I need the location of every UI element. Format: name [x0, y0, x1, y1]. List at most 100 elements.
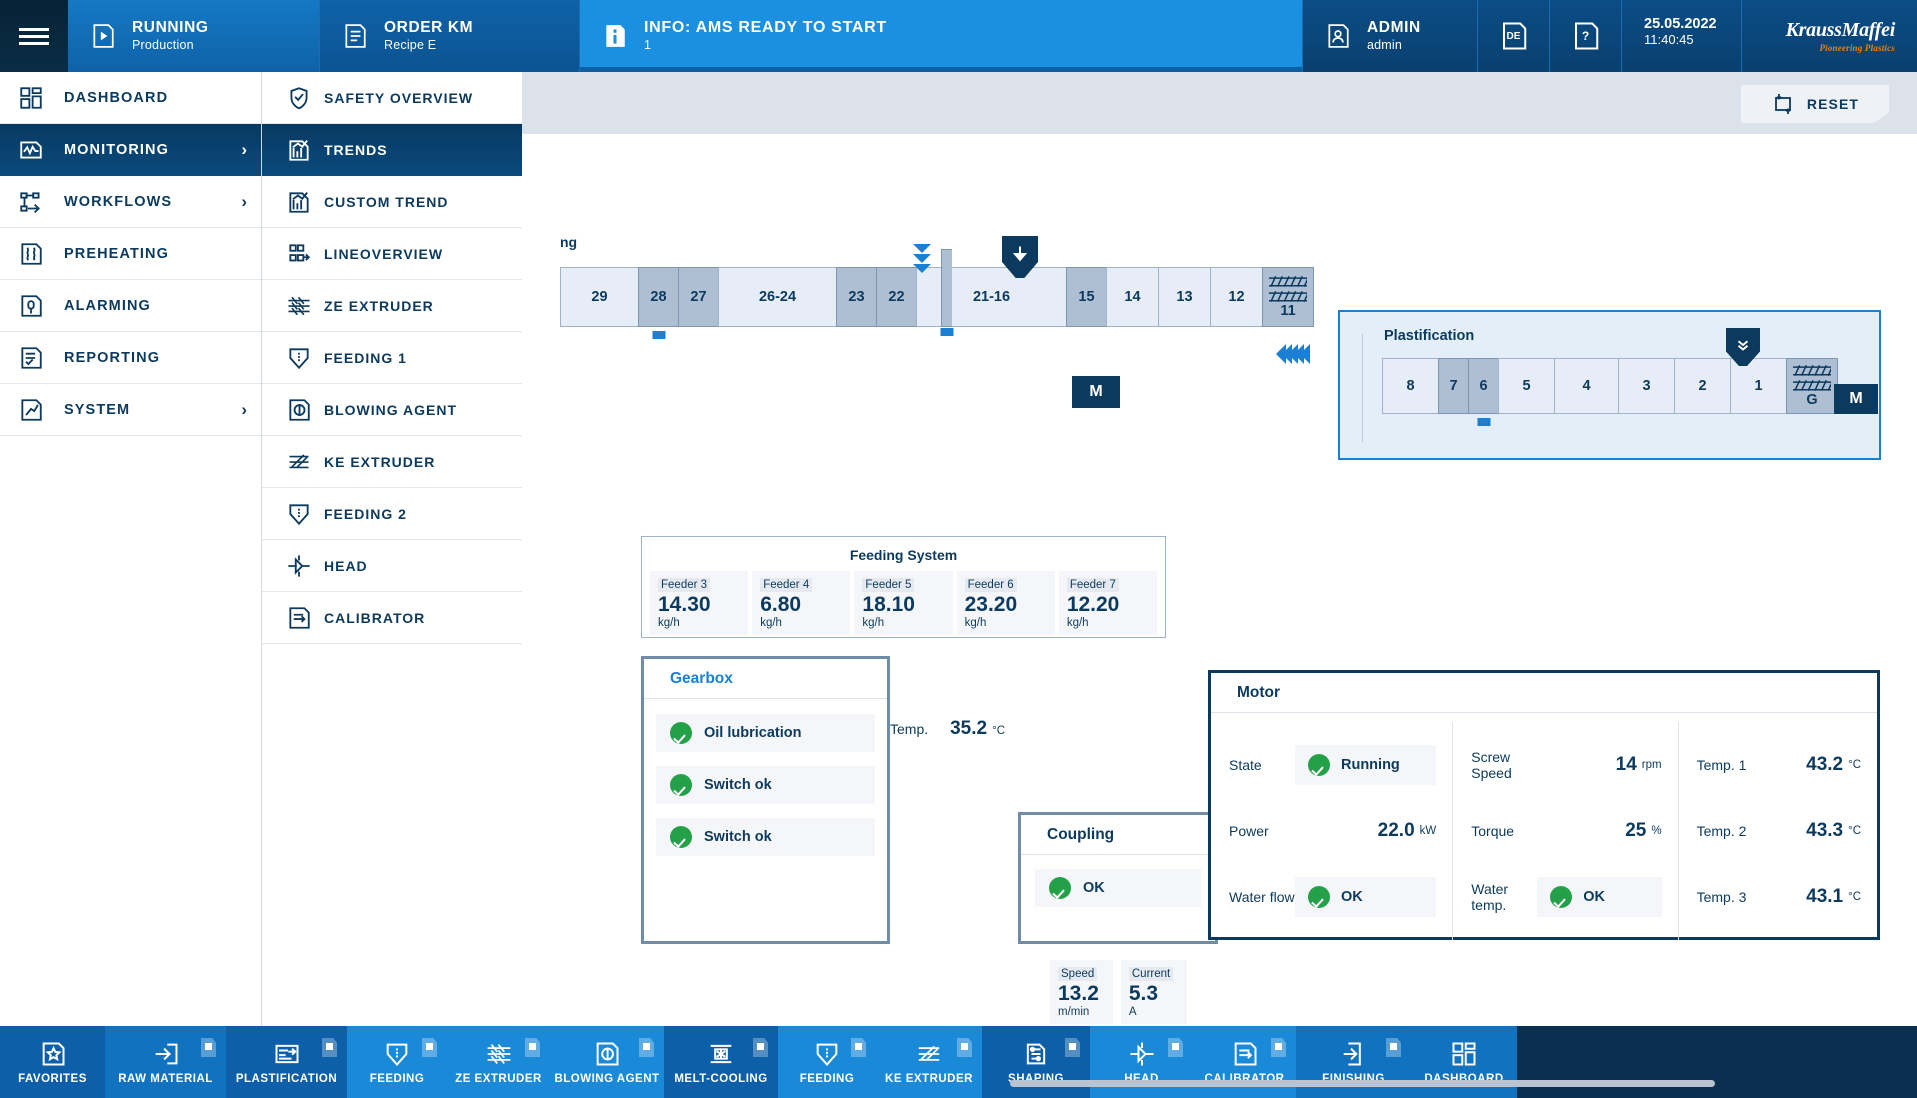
barrel-segment[interactable]: 21-16	[916, 267, 1066, 327]
submenu-item-feeding-1[interactable]: FEEDING 1	[262, 332, 522, 384]
barrel-segment[interactable]: 12	[1210, 267, 1262, 327]
barrel-segment-label: 6	[1479, 378, 1487, 394]
submenu-item-blowing-agent[interactable]: › BLOWING AGENT	[262, 384, 522, 436]
sidebar-item-dashboard[interactable]: DASHBOARD	[0, 72, 261, 124]
barrel-segment[interactable]: 22	[876, 267, 916, 327]
barrel-segment[interactable]: 3	[1618, 358, 1674, 414]
submenu-item-safety-overview[interactable]: SAFETY OVERVIEW	[262, 72, 522, 124]
brand-name: KraussMaffei	[1786, 19, 1895, 42]
submenu-item-lineoverview[interactable]: LINEOVERVIEW	[262, 228, 522, 280]
submenu-item-feeding-2[interactable]: FEEDING 2	[262, 488, 522, 540]
feeder-unit: kg/h	[965, 617, 1049, 629]
submenu-item-calibrator[interactable]: CALIBRATOR	[262, 592, 522, 644]
motor-status-pill: OK	[1295, 877, 1436, 917]
current-date: 25.05.2022	[1644, 16, 1719, 32]
taskbar-badge-icon	[322, 1038, 337, 1057]
taskbar-item-feeding[interactable]: FEEDING	[347, 1026, 447, 1098]
taskbar-item-feeding[interactable]: FEEDING	[778, 1026, 876, 1098]
language-button[interactable]: DE	[1478, 0, 1550, 72]
taskbar-item-ke-extruder[interactable]: KE EXTRUDER	[876, 1026, 982, 1098]
submenu-item-trends[interactable]: › TRENDS	[262, 124, 522, 176]
line-values-group: Speed 13.2 m/min Current 5.3 A	[1050, 960, 1187, 1024]
barrel-segment[interactable]: 4	[1554, 358, 1618, 414]
plastification-panel[interactable]: Plastification 8 7 6 5 4	[1338, 310, 1881, 460]
hamburger-menu-button[interactable]	[0, 0, 68, 72]
barrel-segment[interactable]: 11	[1262, 267, 1314, 327]
info-icon	[602, 22, 628, 50]
barrel-segment[interactable]: 6	[1468, 358, 1498, 414]
taskbar-item-plastification[interactable]: PLASTIFICATION	[226, 1026, 347, 1098]
motor-row-unit: °C	[1848, 825, 1861, 837]
feeder-value: 6.80	[760, 593, 844, 617]
barrel-segment[interactable]: 15	[1066, 267, 1106, 327]
barrel-segment[interactable]: 26-24	[718, 267, 836, 327]
barrel-segment[interactable]: 14	[1106, 267, 1158, 327]
taskbar-item-finishing[interactable]: FINISHING	[1296, 1026, 1411, 1098]
sidebar-item-reporting[interactable]: REPORTING	[0, 332, 261, 384]
horizontal-scrollbar[interactable]	[1010, 1080, 1715, 1087]
barrel-segment[interactable]: 1	[1730, 358, 1786, 414]
barrel-segment-label: 21-16	[973, 289, 1010, 305]
plastification-barrel-diagram[interactable]: 8 7 6 5 4 3 2	[1382, 358, 1838, 414]
barrel-motor-box[interactable]: M	[1072, 376, 1120, 408]
motor-column-2: Screw Speed 14 rpm Torque 25 % Water tem…	[1452, 722, 1677, 940]
sidebar-item-label: PREHEATING	[64, 246, 169, 262]
sidebar-item-system[interactable]: SYSTEM ›	[0, 384, 261, 436]
coupling-card: Coupling OK	[1018, 812, 1218, 944]
sidebar-item-alarming[interactable]: ALARMING	[0, 280, 261, 332]
sidebar-nav: DASHBOARD MONITORING › WORKFLOWS › PREHE…	[0, 72, 261, 1026]
barrel-segment[interactable]: 27	[678, 267, 718, 327]
workflows-icon	[18, 189, 44, 215]
feeder-value: 23.20	[965, 593, 1049, 617]
sidebar-item-label: MONITORING	[64, 142, 169, 158]
machine-state-tile[interactable]: RUNNING Production	[68, 0, 320, 72]
taskbar-item-melt-cooling[interactable]: MELT-COOLING	[664, 1026, 778, 1098]
barrel-segment[interactable]: 13	[1158, 267, 1210, 327]
gearbox-status-pill: Oil lubrication	[656, 714, 875, 752]
sidebar-item-preheating[interactable]: PREHEATING	[0, 228, 261, 280]
barrel-segment[interactable]: 8	[1382, 358, 1438, 414]
user-tile[interactable]: ADMIN admin	[1303, 0, 1478, 72]
extruder-barrel-diagram[interactable]: 29 28 27 26-24 23 22	[560, 267, 1314, 327]
taskbar-item-ze-extruder[interactable]: ZE EXTRUDER	[447, 1026, 550, 1098]
barrel-segment[interactable]: 7	[1438, 358, 1468, 414]
info-banner[interactable]: INFO: AMS READY TO START 1	[580, 0, 1303, 72]
taskbar-item-raw-material[interactable]: RAW MATERIAL	[105, 1026, 226, 1098]
barrel-segment-label: 4	[1582, 378, 1590, 394]
barrel-segment[interactable]: 29	[560, 267, 638, 327]
sidebar-item-monitoring[interactable]: MONITORING ›	[0, 124, 261, 176]
segment-marker	[1477, 418, 1490, 426]
document-lines-icon	[342, 22, 368, 50]
sidebar-item-workflows[interactable]: WORKFLOWS ›	[0, 176, 261, 228]
plastification-motor-box[interactable]: M	[1834, 384, 1878, 414]
taskbar-item-shaping[interactable]: SHAPING	[982, 1026, 1090, 1098]
help-icon: ?	[1571, 20, 1601, 52]
reset-button[interactable]: RESET	[1741, 85, 1889, 123]
taskbar-item-head[interactable]: HEAD	[1090, 1026, 1193, 1098]
submenu-item-custom-trend[interactable]: › CUSTOM TREND	[262, 176, 522, 228]
feeding-icon	[813, 1040, 841, 1068]
taskbar-item-blowing-agent[interactable]: BLOWING AGENT	[550, 1026, 664, 1098]
motor-status-value: Running	[1341, 757, 1400, 773]
submenu-item-ze-extruder[interactable]: ZE EXTRUDER	[262, 280, 522, 332]
gearbox-temp-unit: °C	[992, 725, 1005, 737]
taskbar-item-calibrator[interactable]: CALIBRATOR	[1193, 1026, 1296, 1098]
line-value-number: 5.3	[1129, 982, 1173, 1006]
submenu-item-ke-extruder[interactable]: KE EXTRUDER	[262, 436, 522, 488]
barrel-segment-label: 3	[1642, 378, 1650, 394]
barrel-segment[interactable]: 23	[836, 267, 876, 327]
barrel-segment[interactable]: 5	[1498, 358, 1554, 414]
submenu-item-head[interactable]: HEAD	[262, 540, 522, 592]
barrel-segment-label: 14	[1124, 289, 1140, 305]
motor-card: Motor State Running Power 22.0 kW Water …	[1208, 670, 1880, 940]
order-tile[interactable]: ORDER KM Recipe E	[320, 0, 580, 72]
taskbar-item-dashboard[interactable]: DASHBOARD	[1411, 1026, 1517, 1098]
motor-row-key: Power	[1229, 823, 1295, 839]
help-button[interactable]: ?	[1550, 0, 1622, 72]
taskbar-item-favorites[interactable]: FAVORITES	[0, 1026, 105, 1098]
barrel-segment[interactable]: 2	[1674, 358, 1730, 414]
feeding-icon	[286, 501, 312, 527]
barrel-segment[interactable]: 28	[638, 267, 678, 327]
barrel-segment[interactable]: G	[1786, 358, 1838, 414]
feeder-tile: Feeder 4 6.80 kg/h	[752, 571, 850, 635]
